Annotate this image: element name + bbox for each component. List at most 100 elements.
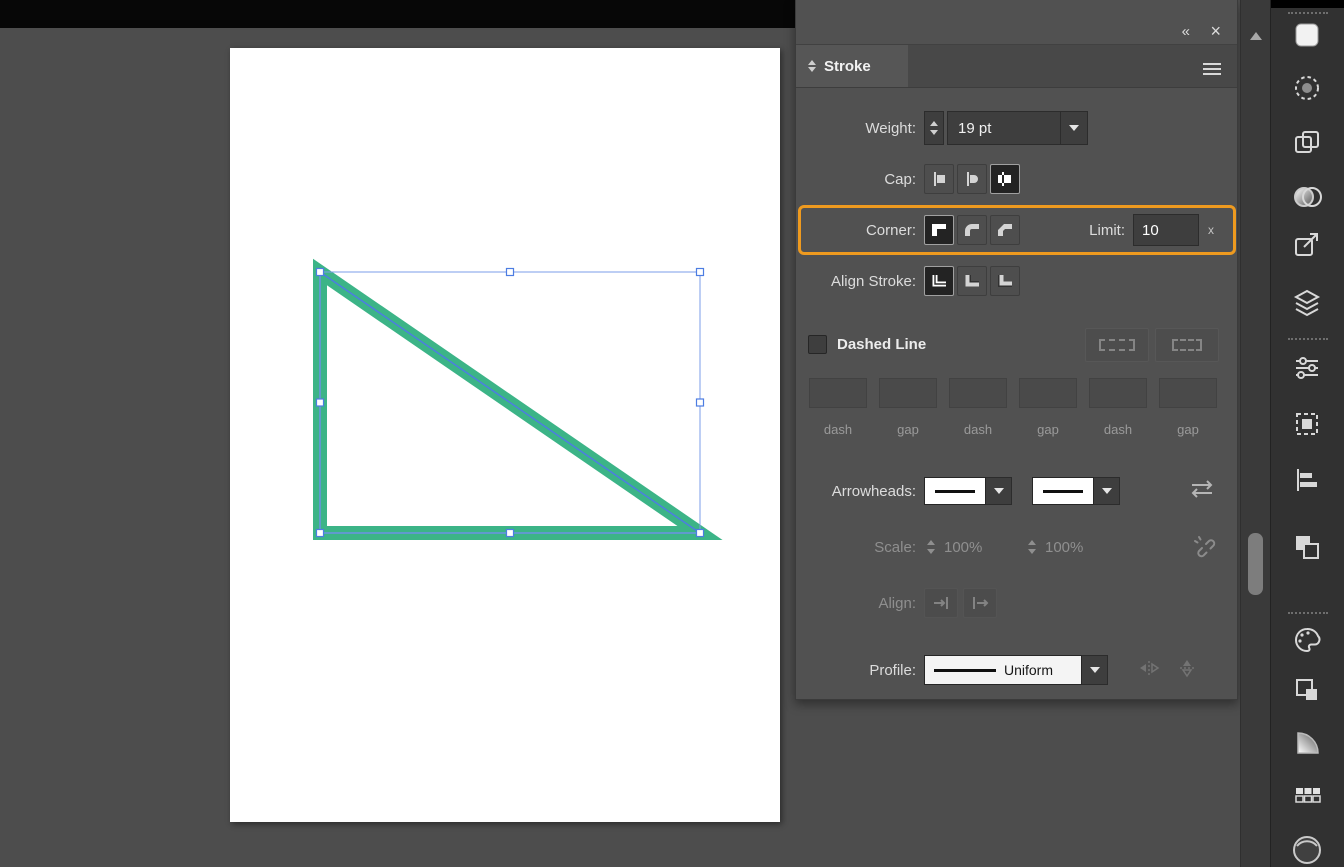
- round-join-button[interactable]: [957, 215, 987, 245]
- arrow-to-bar-icon: [934, 597, 948, 609]
- flip-across-button: [1178, 658, 1196, 683]
- scale-row: Scale: 100% 100%: [796, 532, 1090, 562]
- tab-stroke[interactable]: Stroke: [796, 45, 908, 87]
- align-stroke-inside-icon: [965, 275, 979, 287]
- scrollbar-thumb[interactable]: [1248, 533, 1263, 595]
- align-stroke-inside-button[interactable]: [957, 266, 987, 296]
- export-panel-button[interactable]: [1291, 229, 1323, 261]
- dash-label: dash: [1103, 422, 1133, 437]
- dashed-line-checkbox[interactable]: [808, 334, 827, 354]
- weight-select[interactable]: 19 pt: [947, 111, 1088, 145]
- swatches-panel-button[interactable]: [1291, 779, 1323, 811]
- selection-handle[interactable]: [505, 528, 515, 538]
- arrowhead-none-preview: [1043, 489, 1083, 493]
- profile-select[interactable]: Uniform: [924, 655, 1082, 685]
- selection-handle[interactable]: [695, 528, 705, 538]
- panel-menu-icon[interactable]: [1203, 60, 1221, 78]
- projecting-cap-button[interactable]: [990, 164, 1020, 194]
- shape-path-outline: [319, 270, 703, 534]
- chevron-down-icon[interactable]: [1094, 477, 1120, 505]
- dash-preset-icon: [1172, 339, 1202, 351]
- color-panel-button[interactable]: [1291, 624, 1323, 656]
- dash-gap-labels: dash gap dash gap dash gap: [809, 422, 1229, 437]
- butt-cap-button[interactable]: [924, 164, 954, 194]
- transparency-panel-button[interactable]: [1291, 181, 1323, 213]
- gap-field: [1019, 378, 1077, 408]
- align-stroke-label: Align Stroke:: [830, 272, 916, 290]
- arrowheads-row: Arrowheads:: [796, 477, 1120, 505]
- corner-label: Corner:: [865, 221, 916, 239]
- cap-row: Cap:: [796, 163, 1023, 195]
- panel-title: Stroke: [824, 57, 871, 75]
- align-bars-icon: [1297, 469, 1317, 491]
- butt-cap-icon: [934, 172, 945, 186]
- collapse-panel-button[interactable]: «: [1182, 24, 1190, 39]
- symbols-panel-button[interactable]: [1291, 674, 1323, 706]
- extend-arrow-beyond-button: [924, 588, 958, 618]
- selection-handle[interactable]: [315, 267, 325, 277]
- chevron-down-icon[interactable]: [1082, 655, 1108, 685]
- align-stroke-center-button[interactable]: [924, 266, 954, 296]
- miter-join-button[interactable]: [924, 215, 954, 245]
- transparency-icon: [1294, 187, 1322, 207]
- stepper-up-icon[interactable]: [930, 121, 938, 126]
- scroll-up-arrow[interactable]: [1250, 32, 1262, 40]
- align-panel-button[interactable]: [1291, 464, 1323, 496]
- gradient-panel-button[interactable]: [1291, 726, 1323, 758]
- scale-end-value: 100%: [1045, 538, 1084, 556]
- gap-label: gap: [1037, 422, 1059, 437]
- stroke-panel: « × Stroke Weight: 19 pt Cap: Corner: Li…: [795, 0, 1238, 700]
- align-label: Align:: [878, 594, 916, 612]
- weight-stepper[interactable]: [924, 111, 944, 145]
- gap-field: [1159, 378, 1217, 408]
- align-dash-button: [1155, 328, 1219, 362]
- selection-handle[interactable]: [315, 398, 325, 407]
- swap-arrows-icon: [1191, 480, 1213, 498]
- dock-gripper[interactable]: [1288, 12, 1328, 14]
- weight-label: Weight:: [865, 119, 916, 137]
- layers-panel-button[interactable]: [1291, 287, 1323, 319]
- miter-limit-input[interactable]: [1133, 214, 1199, 246]
- preserve-dash-button: [1085, 328, 1149, 362]
- scale-label: Scale:: [874, 538, 916, 556]
- place-arrow-at-end-button: [963, 588, 997, 618]
- arrowhead-end-select[interactable]: [1032, 477, 1094, 505]
- selection-handle[interactable]: [695, 398, 705, 407]
- dock-scrollbar-track[interactable]: [1240, 0, 1270, 867]
- dash-presets: [1079, 328, 1219, 362]
- miter-limit-label: Limit:: [1089, 221, 1125, 239]
- dock-top-bar: [1271, 0, 1344, 8]
- flip-along-icon: [1140, 660, 1160, 675]
- profile-label: Profile:: [869, 661, 916, 679]
- copy-squares-panel-button[interactable]: [1291, 126, 1323, 158]
- export-icon: [1295, 233, 1318, 256]
- dash-preset-icon: [1099, 339, 1135, 351]
- dock-gripper[interactable]: [1288, 612, 1328, 614]
- gradient-swatch-panel-button[interactable]: [1291, 19, 1323, 51]
- properties-panel-button[interactable]: [1291, 352, 1323, 384]
- chevron-down-icon[interactable]: [1060, 112, 1087, 144]
- align-stroke-outside-button[interactable]: [990, 266, 1020, 296]
- round-cap-button[interactable]: [957, 164, 987, 194]
- bevel-join-icon: [998, 224, 1012, 236]
- 3d-panel-button[interactable]: [1291, 832, 1323, 864]
- pathfinder-panel-button[interactable]: [1291, 531, 1323, 563]
- arrowhead-start-select[interactable]: [924, 477, 986, 505]
- selection-handle[interactable]: [695, 267, 705, 277]
- swap-arrowheads-button[interactable]: [1189, 479, 1215, 504]
- gap-label: gap: [1177, 422, 1199, 437]
- selection-handle[interactable]: [505, 267, 515, 277]
- stepper-down-icon[interactable]: [930, 130, 938, 135]
- scale-start-value: 100%: [944, 538, 983, 556]
- bevel-join-button[interactable]: [990, 215, 1020, 245]
- bar-to-arrow-icon: [973, 597, 989, 609]
- dashed-circle-icon: [1295, 76, 1319, 100]
- chevron-down-icon[interactable]: [986, 477, 1012, 505]
- cap-label: Cap:: [884, 170, 916, 188]
- dock-gripper[interactable]: [1288, 338, 1328, 340]
- gap-field: [879, 378, 937, 408]
- artboards-panel-button[interactable]: [1291, 408, 1323, 440]
- selection-handle[interactable]: [315, 528, 325, 538]
- close-panel-button[interactable]: ×: [1210, 22, 1221, 40]
- dashed-circle-panel-button[interactable]: [1291, 72, 1323, 104]
